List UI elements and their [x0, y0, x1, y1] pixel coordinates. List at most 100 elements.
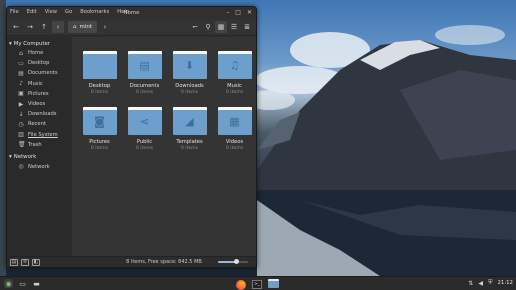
sidebar-item-music[interactable]: ♪ Music: [7, 79, 72, 89]
sidebar-item-home[interactable]: ⌂ Home: [7, 48, 72, 58]
search-icon: ⚲: [205, 23, 211, 31]
menu-file[interactable]: File: [10, 9, 19, 15]
tree-view-icon: ≡: [22, 259, 28, 265]
public-folder-icon: ⋖: [127, 107, 162, 135]
documents-folder-icon: ▤: [127, 51, 162, 79]
sidebar: ▾ My Computer ⌂ Home ▭ Desktop ▤ Documents …: [7, 37, 72, 256]
menu-bookmarks[interactable]: Bookmarks: [80, 9, 109, 15]
minimize-button[interactable]: –: [226, 9, 229, 16]
arrow-left-icon: ←: [13, 23, 19, 31]
videos-folder-icon: ▦: [217, 107, 252, 135]
close-button[interactable]: ✕: [247, 9, 252, 16]
list-view-button[interactable]: ☰: [228, 21, 240, 33]
location-entry-icon: ⌐: [192, 23, 198, 31]
file-item-documents[interactable]: ▤ Documents 0 items: [122, 51, 167, 95]
breadcrumb-home[interactable]: ⌂ mint: [68, 21, 98, 33]
show-desktop-button[interactable]: ▭: [18, 279, 27, 288]
chevron-left-icon: ‹: [56, 23, 60, 31]
menu-bar: File Edit View Go Bookmarks Help: [10, 9, 129, 15]
file-item-downloads[interactable]: ⬇ Downloads 0 items: [167, 51, 212, 95]
files-app-button[interactable]: [268, 279, 279, 290]
sidebar-item-network[interactable]: ◎ Network: [7, 162, 72, 172]
icon-view-button[interactable]: ▦: [215, 21, 227, 33]
documents-icon: ▤: [18, 69, 24, 77]
terminal-icon[interactable]: >_: [252, 280, 262, 289]
hide-sidebar-button[interactable]: ◧: [32, 258, 40, 266]
music-folder-icon: ♫: [217, 51, 252, 79]
search-button[interactable]: ⚲: [202, 21, 214, 33]
forward-button[interactable]: →: [24, 21, 36, 33]
file-view[interactable]: Desktop 0 items ▤ Documents 0 items ⬇ Do…: [72, 37, 256, 256]
breadcrumb-label: mint: [79, 24, 93, 30]
folder-icon: ▬: [33, 279, 40, 288]
zoom-slider-handle[interactable]: [233, 259, 239, 264]
files-icon: [268, 279, 279, 288]
show-desktop-icon: ▭: [19, 279, 26, 288]
places-icon: ▤: [11, 259, 17, 265]
clock[interactable]: 21:12: [497, 280, 513, 286]
mint-logo-icon: ◉: [5, 279, 12, 288]
sidebar-item-downloads[interactable]: ↓ Downloads: [7, 109, 72, 119]
chevron-down-icon: ▾: [9, 40, 12, 47]
sidebar-section-my-computer[interactable]: ▾ My Computer: [7, 39, 72, 48]
sidebar-item-recent[interactable]: ◷ Recent: [7, 119, 72, 129]
compact-view-button[interactable]: ≣: [241, 21, 253, 33]
show-places-button[interactable]: ▤: [10, 258, 18, 266]
sidebar-item-trash[interactable]: 🗑 Trash: [7, 140, 72, 150]
show-treeview-button[interactable]: ≡: [21, 258, 29, 266]
desktop-folder-icon: [82, 51, 117, 79]
chevron-right-icon: ›: [103, 23, 107, 31]
chevron-down-icon: ▾: [9, 154, 12, 161]
sidebar-toggle-icon: ◧: [33, 259, 39, 265]
title-bar[interactable]: File Edit View Go Bookmarks Help Home – …: [7, 7, 256, 19]
sidebar-item-pictures[interactable]: ▣ Pictures: [7, 89, 72, 99]
toggle-location-button[interactable]: ⌐: [189, 21, 201, 33]
sidebar-item-file-system[interactable]: ▥ File System: [7, 130, 72, 140]
templates-folder-icon: ◢: [172, 107, 207, 135]
taskbar: ◉ ▭ ▬ >_ ⇅ ◀ ⛨ 21:12: [0, 276, 516, 290]
sidebar-section-network[interactable]: ▾ Network: [7, 153, 72, 162]
trash-icon: 🗑: [18, 141, 26, 149]
menu-view[interactable]: View: [45, 9, 57, 15]
status-bar: ▤ ≡ ◧ 8 items, Free space: 842.5 MB: [7, 256, 256, 267]
recent-icon: ◷: [18, 120, 24, 128]
file-item-pictures[interactable]: ◙ Pictures 0 items: [77, 107, 122, 151]
compact-view-icon: ≣: [244, 23, 250, 31]
maximize-button[interactable]: □: [235, 9, 241, 16]
network-status-icon[interactable]: ⇅: [468, 280, 473, 287]
home-icon: ⌂: [73, 24, 77, 30]
menu-help[interactable]: Help: [117, 9, 129, 15]
file-item-music[interactable]: ♫ Music 0 items: [212, 51, 256, 95]
arrow-right-icon: →: [27, 23, 33, 31]
sidebar-item-videos[interactable]: ▶ Videos: [7, 99, 72, 109]
shield-icon[interactable]: ⛨: [488, 279, 493, 287]
file-manager-window: File Edit View Go Bookmarks Help Home – …: [6, 6, 257, 268]
sidebar-section-title: My Computer: [13, 40, 51, 47]
pictures-icon: ▣: [18, 90, 24, 98]
back-button[interactable]: ←: [10, 21, 22, 33]
home-icon: ⌂: [19, 49, 23, 57]
list-view-icon: ☰: [230, 23, 238, 31]
menu-edit[interactable]: Edit: [27, 9, 37, 15]
menu-go[interactable]: Go: [65, 9, 72, 15]
file-item-templates[interactable]: ◢ Templates 0 items: [167, 107, 212, 151]
pictures-folder-icon: ◙: [82, 107, 117, 135]
file-item-videos[interactable]: ▦ Videos 0 items: [212, 107, 256, 151]
mint-menu-button[interactable]: ◉: [4, 279, 13, 288]
sidebar-item-desktop[interactable]: ▭ Desktop: [7, 58, 72, 68]
files-launcher-button[interactable]: ▬: [32, 279, 41, 288]
breadcrumb-next-button[interactable]: ›: [99, 21, 111, 33]
arrow-up-icon: ↑: [41, 23, 47, 31]
breadcrumb-toggle-button[interactable]: ‹: [52, 21, 64, 33]
up-button[interactable]: ↑: [38, 21, 50, 33]
downloads-folder-icon: ⬇: [172, 51, 207, 79]
toolbar: ← → ↑ ‹ ⌂ mint › ⌐ ⚲ ▦ ☰ ≣: [7, 19, 256, 36]
zoom-slider[interactable]: [218, 259, 248, 264]
file-item-public[interactable]: ⋖ Public 0 items: [122, 107, 167, 151]
volume-icon[interactable]: ◀: [478, 280, 483, 287]
network-icon: ◎: [18, 163, 24, 171]
firefox-icon[interactable]: [236, 279, 246, 290]
file-item-desktop[interactable]: Desktop 0 items: [77, 51, 122, 95]
sidebar-item-documents[interactable]: ▤ Documents: [7, 68, 72, 78]
desktop-icon: ▭: [18, 59, 24, 67]
